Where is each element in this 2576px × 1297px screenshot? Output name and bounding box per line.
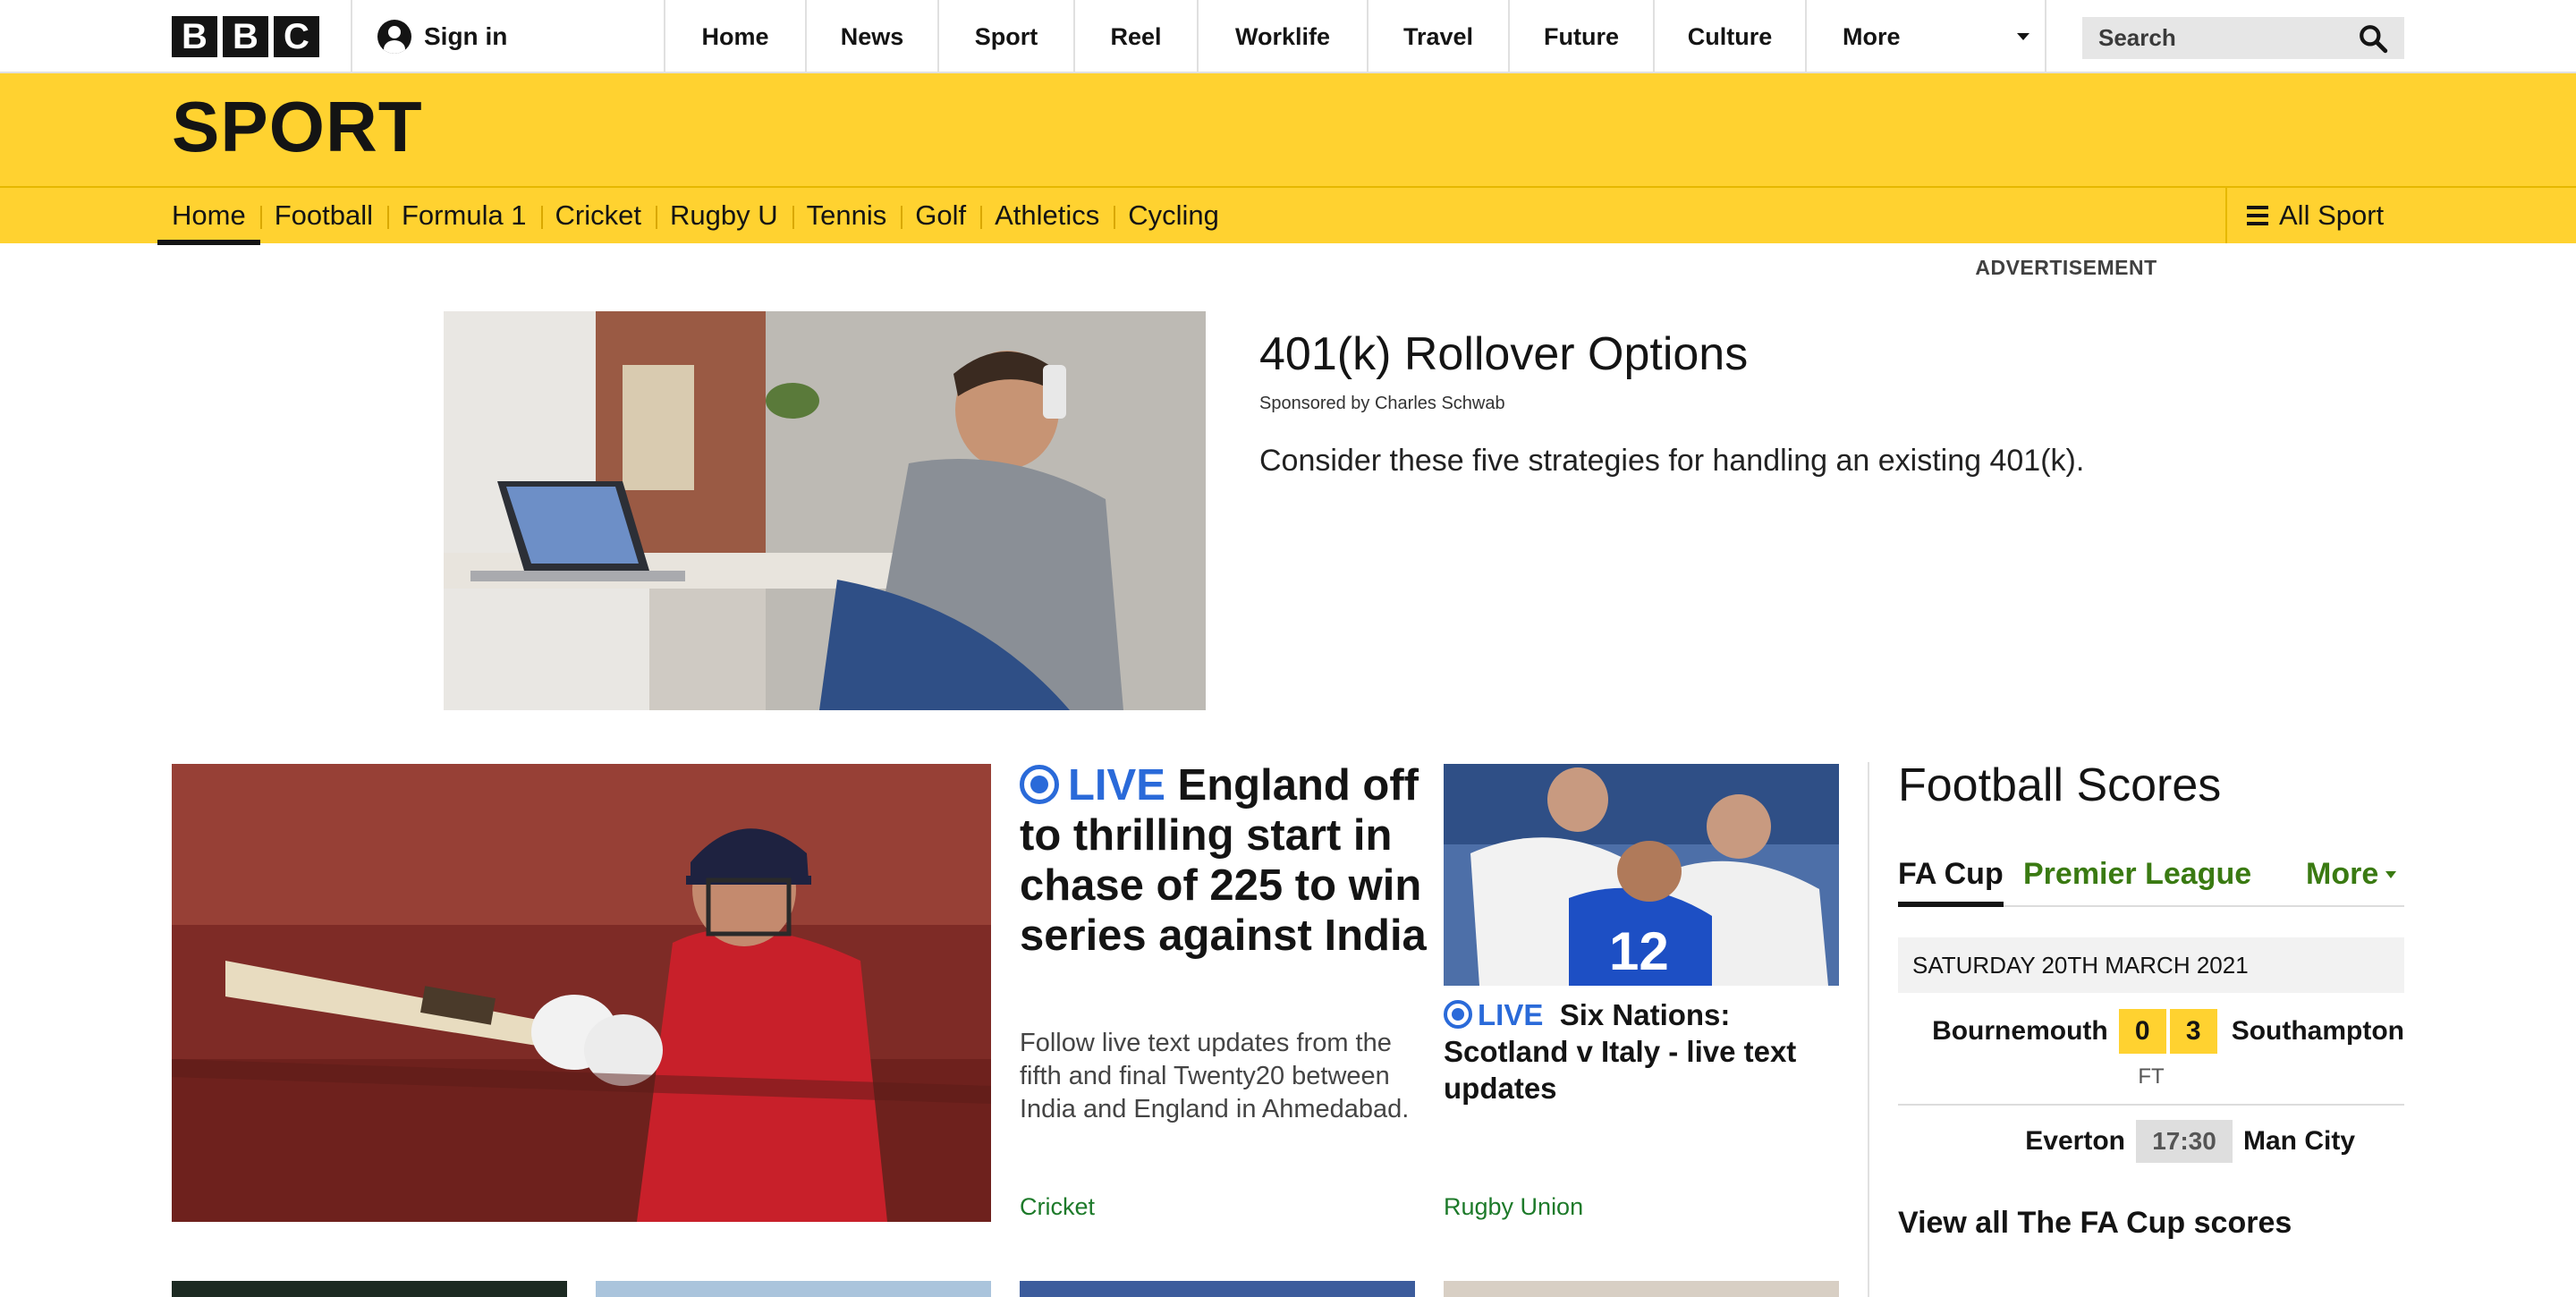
scores-tabs: FA Cup Premier League More <box>1898 852 2404 907</box>
section-nav-cycling[interactable]: Cycling <box>1114 188 1233 243</box>
advert-image[interactable] <box>444 311 1206 710</box>
advertisement-label: ADVERTISEMENT <box>1975 256 2157 279</box>
section-nav: Home Football Formula 1 Cricket Rugby U … <box>0 186 2576 245</box>
lead-story-image[interactable] <box>172 764 991 1222</box>
section-nav-football[interactable]: Football <box>259 188 387 243</box>
sign-in-label: Sign in <box>424 22 508 50</box>
live-label: LIVE <box>1068 761 1165 810</box>
home-score: 0 <box>2118 1009 2166 1054</box>
scores-title: Football Scores <box>1898 759 2222 811</box>
live-icon <box>1020 765 1059 804</box>
match-row[interactable]: Everton 17:30 Man City <box>1898 1120 2404 1163</box>
live-label: LIVE <box>1478 998 1544 1031</box>
section-nav-athletics[interactable]: Athletics <box>980 188 1114 243</box>
match-date: SATURDAY 20TH MARCH 2021 <box>1898 937 2404 993</box>
section-title[interactable]: SPORT <box>172 91 423 163</box>
away-score: 3 <box>2169 1009 2217 1054</box>
divider <box>1898 1104 2404 1106</box>
away-team: Man City <box>2243 1126 2356 1156</box>
lead-story-headline[interactable]: LIVE England off to thrilling start in c… <box>1020 760 1431 961</box>
chevron-down-icon <box>2016 33 2029 40</box>
view-all-scores-link[interactable]: View all The FA Cup scores <box>1898 1206 2292 1241</box>
match-status: FT <box>2138 1064 2165 1089</box>
tab-more[interactable]: More <box>2306 857 2397 892</box>
second-story-tag[interactable]: Rugby Union <box>1444 1193 1583 1221</box>
search-icon[interactable] <box>2358 23 2388 54</box>
advert-title[interactable]: 401(k) Rollover Options <box>1259 327 1748 381</box>
search-input[interactable]: Search <box>2082 17 2404 59</box>
story-thumbnail[interactable] <box>1020 1281 1415 1297</box>
top-nav-culture[interactable]: Culture <box>1653 0 1805 73</box>
svg-text:12: 12 <box>1609 921 1669 981</box>
divider <box>351 0 352 73</box>
story-thumbnail[interactable] <box>596 1281 991 1297</box>
tab-fa-cup[interactable]: FA Cup <box>1898 857 2004 907</box>
story-thumbnail[interactable] <box>172 1281 567 1297</box>
lead-story-tag[interactable]: Cricket <box>1020 1193 1095 1221</box>
top-nav: Home News Sport Reel Worklife Travel Fut… <box>664 0 2046 73</box>
top-nav-sport[interactable]: Sport <box>937 0 1073 73</box>
section-nav-tennis[interactable]: Tennis <box>792 188 902 243</box>
away-team: Southampton <box>2231 1016 2405 1046</box>
live-icon <box>1444 1000 1472 1029</box>
tab-premier-league[interactable]: Premier League <box>2023 857 2251 892</box>
lead-story-summary: Follow live text updates from the fifth … <box>1020 1029 1410 1123</box>
advert-description: Consider these five strategies for handl… <box>1259 444 2085 478</box>
top-nav-future[interactable]: Future <box>1508 0 1653 73</box>
top-nav-travel[interactable]: Travel <box>1367 0 1508 73</box>
section-nav-formula-1[interactable]: Formula 1 <box>387 188 541 243</box>
tab-more-label: More <box>2306 857 2379 891</box>
bbc-logo[interactable]: B B C <box>172 16 319 57</box>
section-nav-home[interactable]: Home <box>157 188 260 245</box>
section-nav-cricket[interactable]: Cricket <box>540 188 656 243</box>
second-story-headline[interactable]: LIVE Six Nations: Scotland v Italy - liv… <box>1444 996 1839 1106</box>
menu-icon <box>2247 206 2268 225</box>
sign-in-link[interactable]: Sign in <box>377 0 507 73</box>
home-team: Bournemouth <box>1932 1016 2108 1046</box>
logo-letter: B <box>172 16 217 57</box>
top-nav-news[interactable]: News <box>805 0 937 73</box>
user-icon <box>377 20 411 54</box>
top-nav-worklife[interactable]: Worklife <box>1197 0 1367 73</box>
top-nav-reel[interactable]: Reel <box>1073 0 1197 73</box>
top-nav-more-label: More <box>1843 22 1901 50</box>
second-story-image[interactable]: 12 <box>1444 764 1839 986</box>
advert-sponsor: Sponsored by Charles Schwab <box>1259 394 1505 413</box>
all-sport-label: All Sport <box>2279 199 2385 231</box>
kickoff-time: 17:30 <box>2136 1120 2233 1163</box>
section-nav-rugby-union[interactable]: Rugby U <box>656 188 792 243</box>
top-nav-home[interactable]: Home <box>664 0 805 73</box>
column-divider <box>1868 762 1869 1297</box>
match-row[interactable]: Bournemouth 0 3 Southampton <box>1898 1009 2404 1054</box>
chevron-down-icon <box>2385 871 2397 878</box>
search-placeholder: Search <box>2098 24 2176 51</box>
home-team: Everton <box>2025 1126 2125 1156</box>
section-nav-golf[interactable]: Golf <box>901 188 980 243</box>
story-thumbnail[interactable] <box>1444 1281 1839 1297</box>
logo-letter: B <box>223 16 268 57</box>
logo-letter: C <box>274 16 319 57</box>
global-header: B B C Sign in Home News Sport Reel Workl… <box>0 0 2576 73</box>
top-nav-more[interactable]: More <box>1805 0 2046 73</box>
all-sport-button[interactable]: All Sport <box>2225 188 2576 243</box>
section-header: SPORT <box>0 73 2576 186</box>
